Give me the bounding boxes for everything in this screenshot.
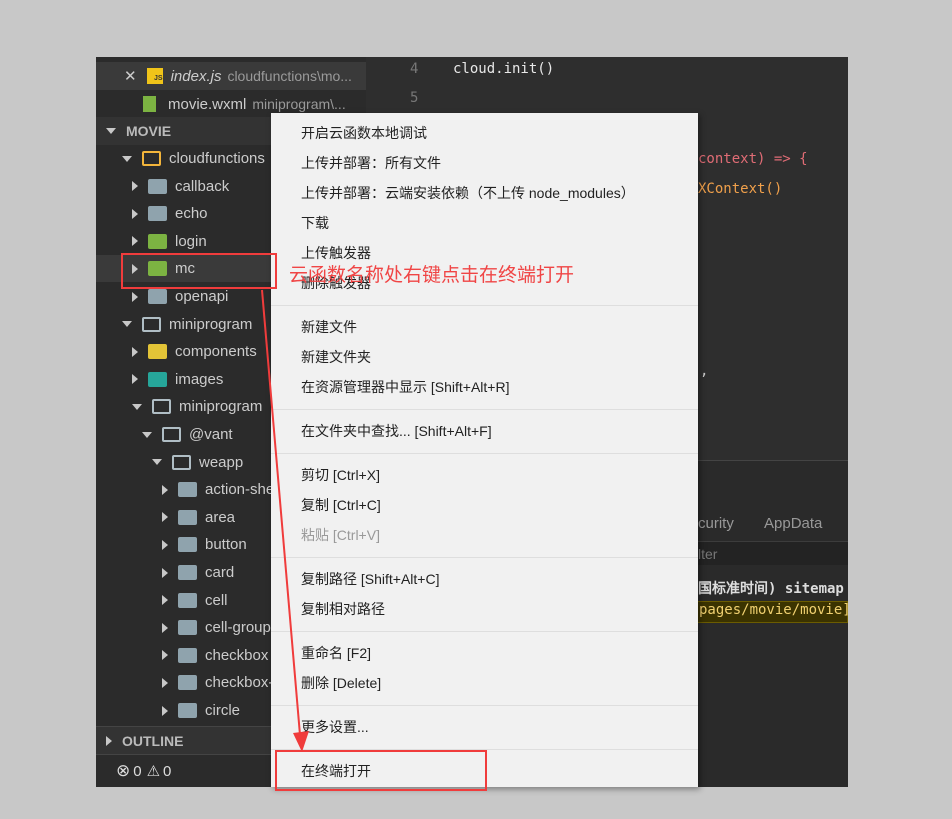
annotation-arrow [261,289,309,752]
annotation-box-terminal [275,750,487,791]
